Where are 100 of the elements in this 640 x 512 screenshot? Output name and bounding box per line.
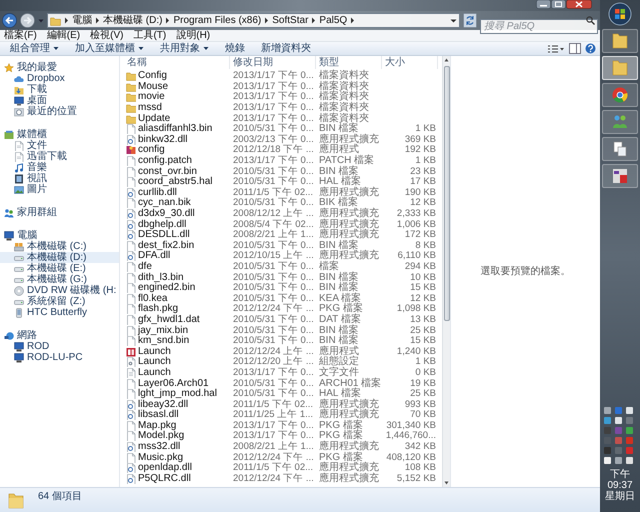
file-name[interactable]: engined2.bin xyxy=(138,283,196,294)
preview-pane-icon[interactable] xyxy=(569,43,581,54)
navigation-item[interactable]: ROD-LU-PC xyxy=(0,352,119,363)
close-button[interactable] xyxy=(566,0,592,9)
menu-item[interactable]: 檢視(V) xyxy=(90,30,124,42)
command-button[interactable]: 共用對象 xyxy=(154,42,215,55)
file-name[interactable]: km_snd.bin xyxy=(138,336,190,346)
menu-item[interactable]: 檔案(F) xyxy=(4,30,37,42)
file-name[interactable]: config.patch xyxy=(138,156,192,166)
navigation-item[interactable]: 本機磁碟 (G:) xyxy=(0,274,119,285)
column-header[interactable]: 類型 xyxy=(316,56,382,69)
navigation-item[interactable]: 圖片 xyxy=(0,184,119,195)
command-button[interactable]: 新增資料夾 xyxy=(255,42,317,55)
file-name[interactable]: openldap.dll xyxy=(138,463,192,474)
file-name[interactable]: dfe xyxy=(138,262,152,272)
navigation-item[interactable]: Dropbox xyxy=(0,73,119,84)
breadcrumb[interactable]: Program Files (x86) xyxy=(173,14,262,26)
navigation-item[interactable]: 文件 xyxy=(0,140,119,151)
file-name[interactable]: libsasl.dll xyxy=(138,410,179,420)
scroll-thumb[interactable] xyxy=(444,66,450,321)
file-name[interactable]: Layer06.Arch01 xyxy=(138,378,209,389)
navigation-item[interactable]: 下載 xyxy=(0,84,119,95)
file-name[interactable]: coord_abstr5.hal xyxy=(138,177,212,188)
file-name[interactable]: Config xyxy=(138,71,167,82)
navigation-item[interactable]: 最近的位置 xyxy=(0,106,119,117)
taskbar-button[interactable] xyxy=(602,137,638,161)
file-name[interactable]: config xyxy=(138,145,165,156)
command-button[interactable]: 組合管理 xyxy=(4,42,65,55)
address-bar[interactable]: 電腦 本機磁碟 (D:) Program Files (x86) SoftStar Pal5Q xyxy=(47,13,460,28)
menu-item[interactable]: 工具(T) xyxy=(133,30,166,42)
column-header[interactable]: 大小 xyxy=(382,56,438,69)
breadcrumb[interactable]: SoftStar xyxy=(272,14,308,26)
view-options-icon[interactable] xyxy=(547,44,565,54)
navigation-item[interactable]: 視訊 xyxy=(0,173,119,184)
file-name[interactable]: Model.pkg xyxy=(138,431,184,442)
back-button[interactable] xyxy=(2,13,17,28)
file-name[interactable]: const_ovr.bin xyxy=(138,166,197,177)
clock[interactable]: 下午 09:37 星期日 xyxy=(601,469,639,502)
taskbar-button[interactable] xyxy=(602,164,638,188)
menu-item[interactable]: 編輯(E) xyxy=(46,30,80,42)
file-name[interactable]: libeay32.dll xyxy=(138,400,188,410)
navigation-item[interactable]: 本機磁碟 (D:) xyxy=(0,252,119,263)
file-name[interactable]: dith_l3.bin xyxy=(138,272,184,283)
column-header[interactable]: 修改日期 xyxy=(230,56,316,69)
navigation-item[interactable]: 媒體櫃 xyxy=(0,129,119,140)
file-name[interactable]: Launch xyxy=(138,346,171,357)
breadcrumb[interactable]: Pal5Q xyxy=(319,14,348,26)
breadcrumb[interactable]: 電腦 xyxy=(72,14,92,26)
file-name[interactable]: movie xyxy=(138,92,165,102)
help-icon[interactable] xyxy=(585,43,596,54)
scrollbar[interactable] xyxy=(442,56,450,487)
navigation-item[interactable]: 網路 xyxy=(0,330,119,341)
menu-item[interactable]: 說明(H) xyxy=(176,30,210,42)
file-name[interactable]: cyc_nan.bik xyxy=(138,198,191,208)
navigation-item[interactable]: DVD RW 磁碟機 (H: xyxy=(0,285,119,296)
navigation-item[interactable]: ROD xyxy=(0,341,119,352)
file-name[interactable]: aliasdiffanhl3.bin xyxy=(138,124,212,134)
file-name[interactable]: gfx_hwdl1.dat xyxy=(138,314,200,325)
file-name[interactable]: curllib.dll xyxy=(138,188,177,198)
file-name[interactable]: Update xyxy=(138,114,170,124)
dropdown-icon[interactable] xyxy=(450,18,457,24)
navigation-item[interactable]: 迅雷下載 xyxy=(0,151,119,162)
file-name[interactable]: fl0.kea xyxy=(138,294,168,304)
file-name[interactable]: Launch xyxy=(138,357,171,368)
navigation-item[interactable]: 本機磁碟 (C:) xyxy=(0,241,119,252)
file-name[interactable]: flash.pkg xyxy=(138,304,178,314)
file-name[interactable]: dbghelp.dll xyxy=(138,220,186,230)
file-name[interactable]: mssd xyxy=(138,103,162,114)
navigation-item[interactable]: 桌面 xyxy=(0,95,119,106)
taskbar-button[interactable] xyxy=(602,83,638,107)
file-name[interactable]: dest_fix2.bin xyxy=(138,240,194,251)
minimize-button[interactable] xyxy=(536,0,551,9)
refresh-button[interactable] xyxy=(463,13,477,28)
taskbar-button[interactable] xyxy=(602,29,638,53)
file-name[interactable]: d3dx9_30.dll xyxy=(138,209,195,220)
file-name[interactable]: jay_mix.bin xyxy=(138,326,188,336)
command-button[interactable]: 燒錄 xyxy=(219,42,251,55)
breadcrumb[interactable]: 本機磁碟 (D:) xyxy=(103,14,162,26)
search-field[interactable]: 搜尋 Pal5Q xyxy=(480,19,598,34)
command-button[interactable]: 加入至媒體櫃 xyxy=(69,42,150,55)
file-name[interactable]: Map.pkg xyxy=(138,420,176,431)
maximize-button[interactable] xyxy=(551,0,566,9)
navigation-item[interactable]: 電腦 xyxy=(0,230,119,241)
navigation-item[interactable]: 音樂 xyxy=(0,162,119,173)
start-button[interactable] xyxy=(608,2,632,26)
navigation-item[interactable]: 家用群組 xyxy=(0,207,119,218)
column-header[interactable]: 名稱 xyxy=(124,56,230,69)
file-name[interactable]: Mouse xyxy=(138,82,168,92)
file-name[interactable]: P5QLRC.dll xyxy=(138,474,191,484)
navigation-item[interactable]: 系統保留 (Z:) xyxy=(0,296,119,307)
forward-button[interactable] xyxy=(20,13,35,28)
navigation-item[interactable]: 本機磁碟 (E:) xyxy=(0,263,119,274)
file-name[interactable]: Music.pkg xyxy=(138,452,184,463)
file-name[interactable]: lght_jmp_mod.hal xyxy=(138,389,217,400)
navigation-item[interactable]: 我的最愛 xyxy=(0,62,119,73)
file-name[interactable]: DFA.dll xyxy=(138,251,170,262)
file-name[interactable]: binkw32.dll xyxy=(138,134,188,145)
navigation-item[interactable]: HTC Butterfly xyxy=(0,307,119,318)
file-name[interactable]: DESDLL.dll xyxy=(138,230,190,240)
file-name[interactable]: mss32.dll xyxy=(138,442,180,452)
